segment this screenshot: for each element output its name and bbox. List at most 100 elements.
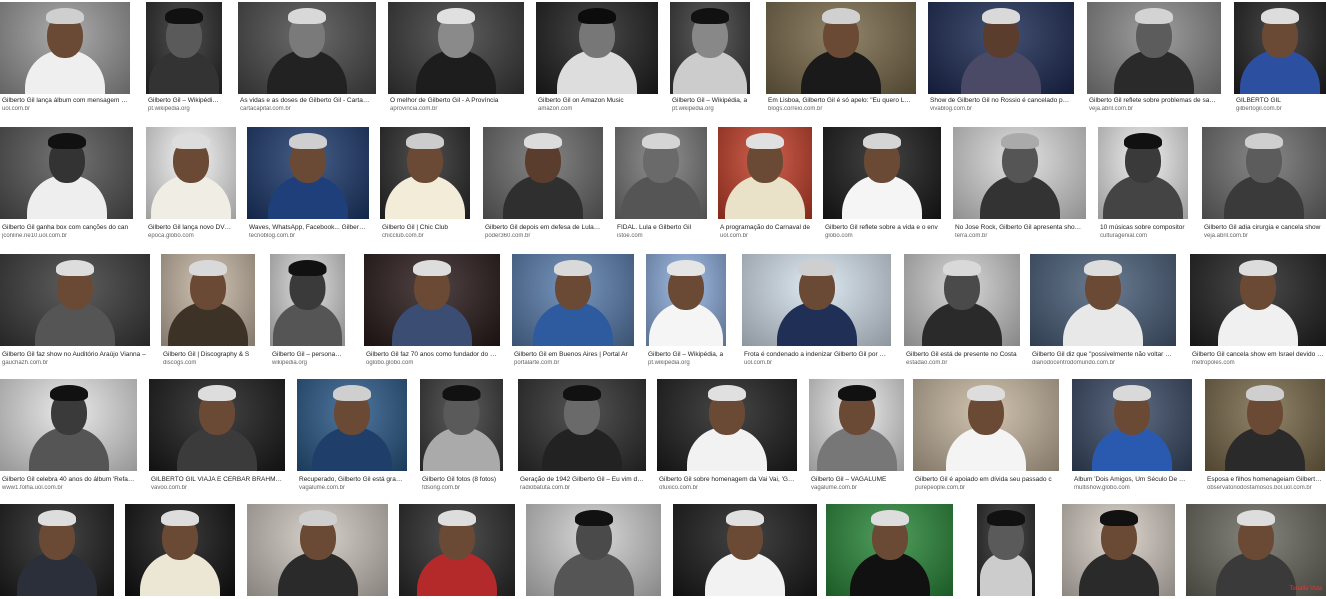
image-result-tile[interactable]: Waves, WhatsApp, Facebook... Gilberto Gi… — [247, 127, 369, 243]
image-result-tile[interactable]: Tonalle Vida — [1186, 504, 1326, 596]
result-title[interactable]: No Jose Rock, Gilberto Gil apresenta sho… — [955, 224, 1084, 232]
result-thumbnail[interactable] — [0, 254, 150, 346]
result-thumbnail[interactable] — [615, 127, 707, 219]
result-title[interactable]: Gilberto Gil faz 70 anos como fundador d… — [366, 351, 498, 359]
image-result-tile[interactable]: Gilberto Gil depois em defesa de Lula na… — [483, 127, 603, 243]
result-title[interactable]: Gilberto Gil – personalidades — [272, 351, 343, 359]
result-thumbnail[interactable] — [1205, 379, 1325, 471]
result-thumbnail[interactable] — [1072, 379, 1192, 471]
image-result-tile[interactable]: O melhor de Gilberto Gil - A Província ap… — [388, 2, 524, 118]
result-title[interactable]: A programação do Carnaval de — [720, 224, 810, 232]
result-thumbnail[interactable] — [146, 2, 222, 94]
result-source-domain[interactable]: blogs.correio.com.br — [768, 106, 914, 113]
result-thumbnail[interactable] — [657, 379, 797, 471]
result-title[interactable]: Show de Gilberto Gil no Rossio é cancela… — [930, 97, 1072, 105]
result-title[interactable]: GILBERTO GIL — [1236, 97, 1324, 105]
image-result-tile[interactable]: Gilberto Gil está de presente no Costa es… — [904, 254, 1020, 370]
result-thumbnail[interactable] — [526, 504, 661, 596]
image-result-tile[interactable]: Gilberto Gil fotos (8 fotos) fdsong.com.b… — [420, 379, 503, 495]
result-source-domain[interactable]: jconline.ne10.uol.com.br — [2, 233, 131, 240]
result-thumbnail[interactable] — [670, 2, 750, 94]
result-source-domain[interactable]: culturagenial.com — [1100, 233, 1186, 240]
result-thumbnail[interactable] — [1190, 254, 1326, 346]
result-thumbnail[interactable] — [1202, 127, 1326, 219]
result-source-domain[interactable]: multishow.globo.com — [1074, 485, 1190, 492]
result-source-domain[interactable]: diariodocentrodomundo.com.br — [1032, 360, 1174, 367]
result-thumbnail[interactable] — [270, 254, 345, 346]
result-source-domain[interactable]: wikipedia.org — [272, 360, 343, 367]
result-thumbnail[interactable] — [380, 127, 470, 219]
result-source-domain[interactable]: tecnoblog.com.br — [249, 233, 367, 240]
result-title[interactable]: Gilberto Gil lança novo DVD e — [148, 224, 234, 232]
result-thumbnail[interactable] — [904, 254, 1020, 346]
result-thumbnail[interactable] — [928, 2, 1074, 94]
result-title[interactable]: Gilberto Gil fotos (8 fotos) — [422, 476, 501, 484]
result-thumbnail[interactable] — [0, 2, 130, 94]
result-title[interactable]: O melhor de Gilberto Gil - A Província — [390, 97, 522, 105]
result-title[interactable]: Geração de 1942 Gilberto Gil – Eu vim da… — [520, 476, 644, 484]
result-thumbnail[interactable] — [1030, 254, 1176, 346]
image-result-tile[interactable]: Gilberto Gil adia cirurgia e cancela sho… — [1202, 127, 1326, 243]
image-result-tile[interactable]: Gilberto Gil ganha box com canções do ca… — [0, 127, 133, 243]
result-title[interactable]: Gilberto Gil – VAGALUME — [811, 476, 902, 484]
image-result-tile[interactable]: A programação do Carnaval de uol.com.br — [718, 127, 812, 243]
result-source-domain[interactable]: estadao.com.br — [906, 360, 1018, 367]
result-thumbnail[interactable] — [161, 254, 255, 346]
image-result-tile[interactable]: 10 músicas sobre compositor culturagenial… — [1098, 127, 1188, 243]
result-thumbnail[interactable] — [297, 379, 407, 471]
result-title[interactable]: Gilberto Gil | Chic Club — [382, 224, 468, 232]
result-title[interactable]: As vidas e as doses de Gilberto Gil - Ca… — [240, 97, 374, 105]
result-title[interactable]: FIDAL. Lula e Gilberto Gil — [617, 224, 705, 232]
image-result-tile[interactable]: Gilberto Gil lança álbum com mensagem pe… — [0, 2, 130, 118]
result-thumbnail[interactable] — [1062, 504, 1175, 596]
result-thumbnail[interactable] — [646, 254, 726, 346]
result-source-domain[interactable]: gauchazh.com.br — [2, 360, 148, 367]
image-result-tile[interactable] — [977, 504, 1035, 596]
result-title[interactable]: Gilberto Gil reflete sobre a vida e o en… — [825, 224, 939, 232]
image-result-tile[interactable]: Gilberto Gil é apoiado em dívida seu pas… — [913, 379, 1059, 495]
image-result-tile[interactable]: GILBERTO GIL VIAJA E CERBAR BRAHMA Evavo… — [149, 379, 285, 495]
result-title[interactable]: Gilberto Gil lança álbum com mensagem pe… — [2, 97, 128, 105]
result-source-domain[interactable]: globo.com — [825, 233, 939, 240]
image-result-tile[interactable]: Gilberto Gil celebra 40 anos do álbum 'R… — [0, 379, 137, 495]
result-title[interactable]: Gilberto Gil diz que "possivelmente não … — [1032, 351, 1174, 359]
result-source-domain[interactable]: ofuxico.com.br — [659, 485, 795, 492]
result-thumbnail[interactable] — [518, 379, 646, 471]
image-result-tile[interactable]: Gilberto Gil diz que "possivelmente não … — [1030, 254, 1176, 370]
result-source-domain[interactable]: portalarte.com.br — [514, 360, 632, 367]
result-title[interactable]: Gilberto Gil em Buenos Aires | Portal Ar — [514, 351, 632, 359]
result-title[interactable]: Esposa e filhos homenageiam Gilberto Gil — [1207, 476, 1323, 484]
result-source-domain[interactable]: observatoriodosfamosos.bol.uol.com.br — [1207, 485, 1323, 492]
result-title[interactable]: Gilberto Gil – Wikipédia, a — [672, 97, 748, 105]
result-thumbnail[interactable] — [1087, 2, 1221, 94]
result-thumbnail[interactable] — [673, 504, 817, 596]
result-thumbnail[interactable] — [536, 2, 658, 94]
result-source-domain[interactable]: metropoles.com — [1192, 360, 1324, 367]
result-thumbnail[interactable] — [420, 379, 503, 471]
result-source-domain[interactable]: chicclub.com.br — [382, 233, 468, 240]
image-result-tile[interactable]: Gilberto Gil faz 70 anos como fundador d… — [364, 254, 500, 370]
image-result-tile[interactable]: As vidas e as doses de Gilberto Gil - Ca… — [238, 2, 376, 118]
result-title[interactable]: Gilberto Gil adia cirurgia e cancela sho… — [1204, 224, 1324, 232]
image-result-tile[interactable] — [826, 504, 953, 596]
image-result-tile[interactable]: Gilberto Gil cancela show em Israel devi… — [1190, 254, 1326, 370]
result-title[interactable]: Gilberto Gil – Wikipédia, a — [148, 97, 220, 105]
result-thumbnail[interactable] — [0, 379, 137, 471]
result-source-domain[interactable]: vivablog.com.br — [930, 106, 1072, 113]
image-result-tile[interactable]: Gilberto Gil – Wikipédia, a pt.wikipedia.… — [146, 2, 222, 118]
result-title[interactable]: Gilberto Gil reflete sobre problemas de … — [1089, 97, 1219, 105]
result-source-domain[interactable]: aprovincia.com.br — [390, 106, 522, 113]
image-result-tile[interactable]: Frota é condenado a indenizar Gilberto G… — [742, 254, 891, 370]
image-result-tile[interactable]: Gilberto Gil reflete sobre problemas de … — [1087, 2, 1221, 118]
result-source-domain[interactable]: uol.com.br — [720, 233, 810, 240]
image-result-tile[interactable]: Gilberto Gil – Wikipédia, a pt.wikipedia.… — [670, 2, 750, 118]
image-result-tile[interactable]: Recuperado, Gilberto Gil está gravan vaga… — [297, 379, 407, 495]
result-source-domain[interactable]: uol.com.br — [2, 106, 128, 113]
result-title[interactable]: Álbum 'Dois Amigos, Um Século De Mús — [1074, 476, 1190, 484]
result-source-domain[interactable]: gilbertogil.com.br — [1236, 106, 1324, 113]
result-thumbnail[interactable] — [238, 2, 376, 94]
image-result-tile[interactable]: Gilberto Gil | Chic Club chicclub.com.br — [380, 127, 470, 243]
image-result-tile[interactable]: Gilberto Gil – Wikipédia, a pt.wikipedia.… — [646, 254, 726, 370]
result-title[interactable]: 10 músicas sobre compositor — [1100, 224, 1186, 232]
image-result-tile[interactable]: Gilberto Gil reflete sobre a vida e o en… — [823, 127, 941, 243]
